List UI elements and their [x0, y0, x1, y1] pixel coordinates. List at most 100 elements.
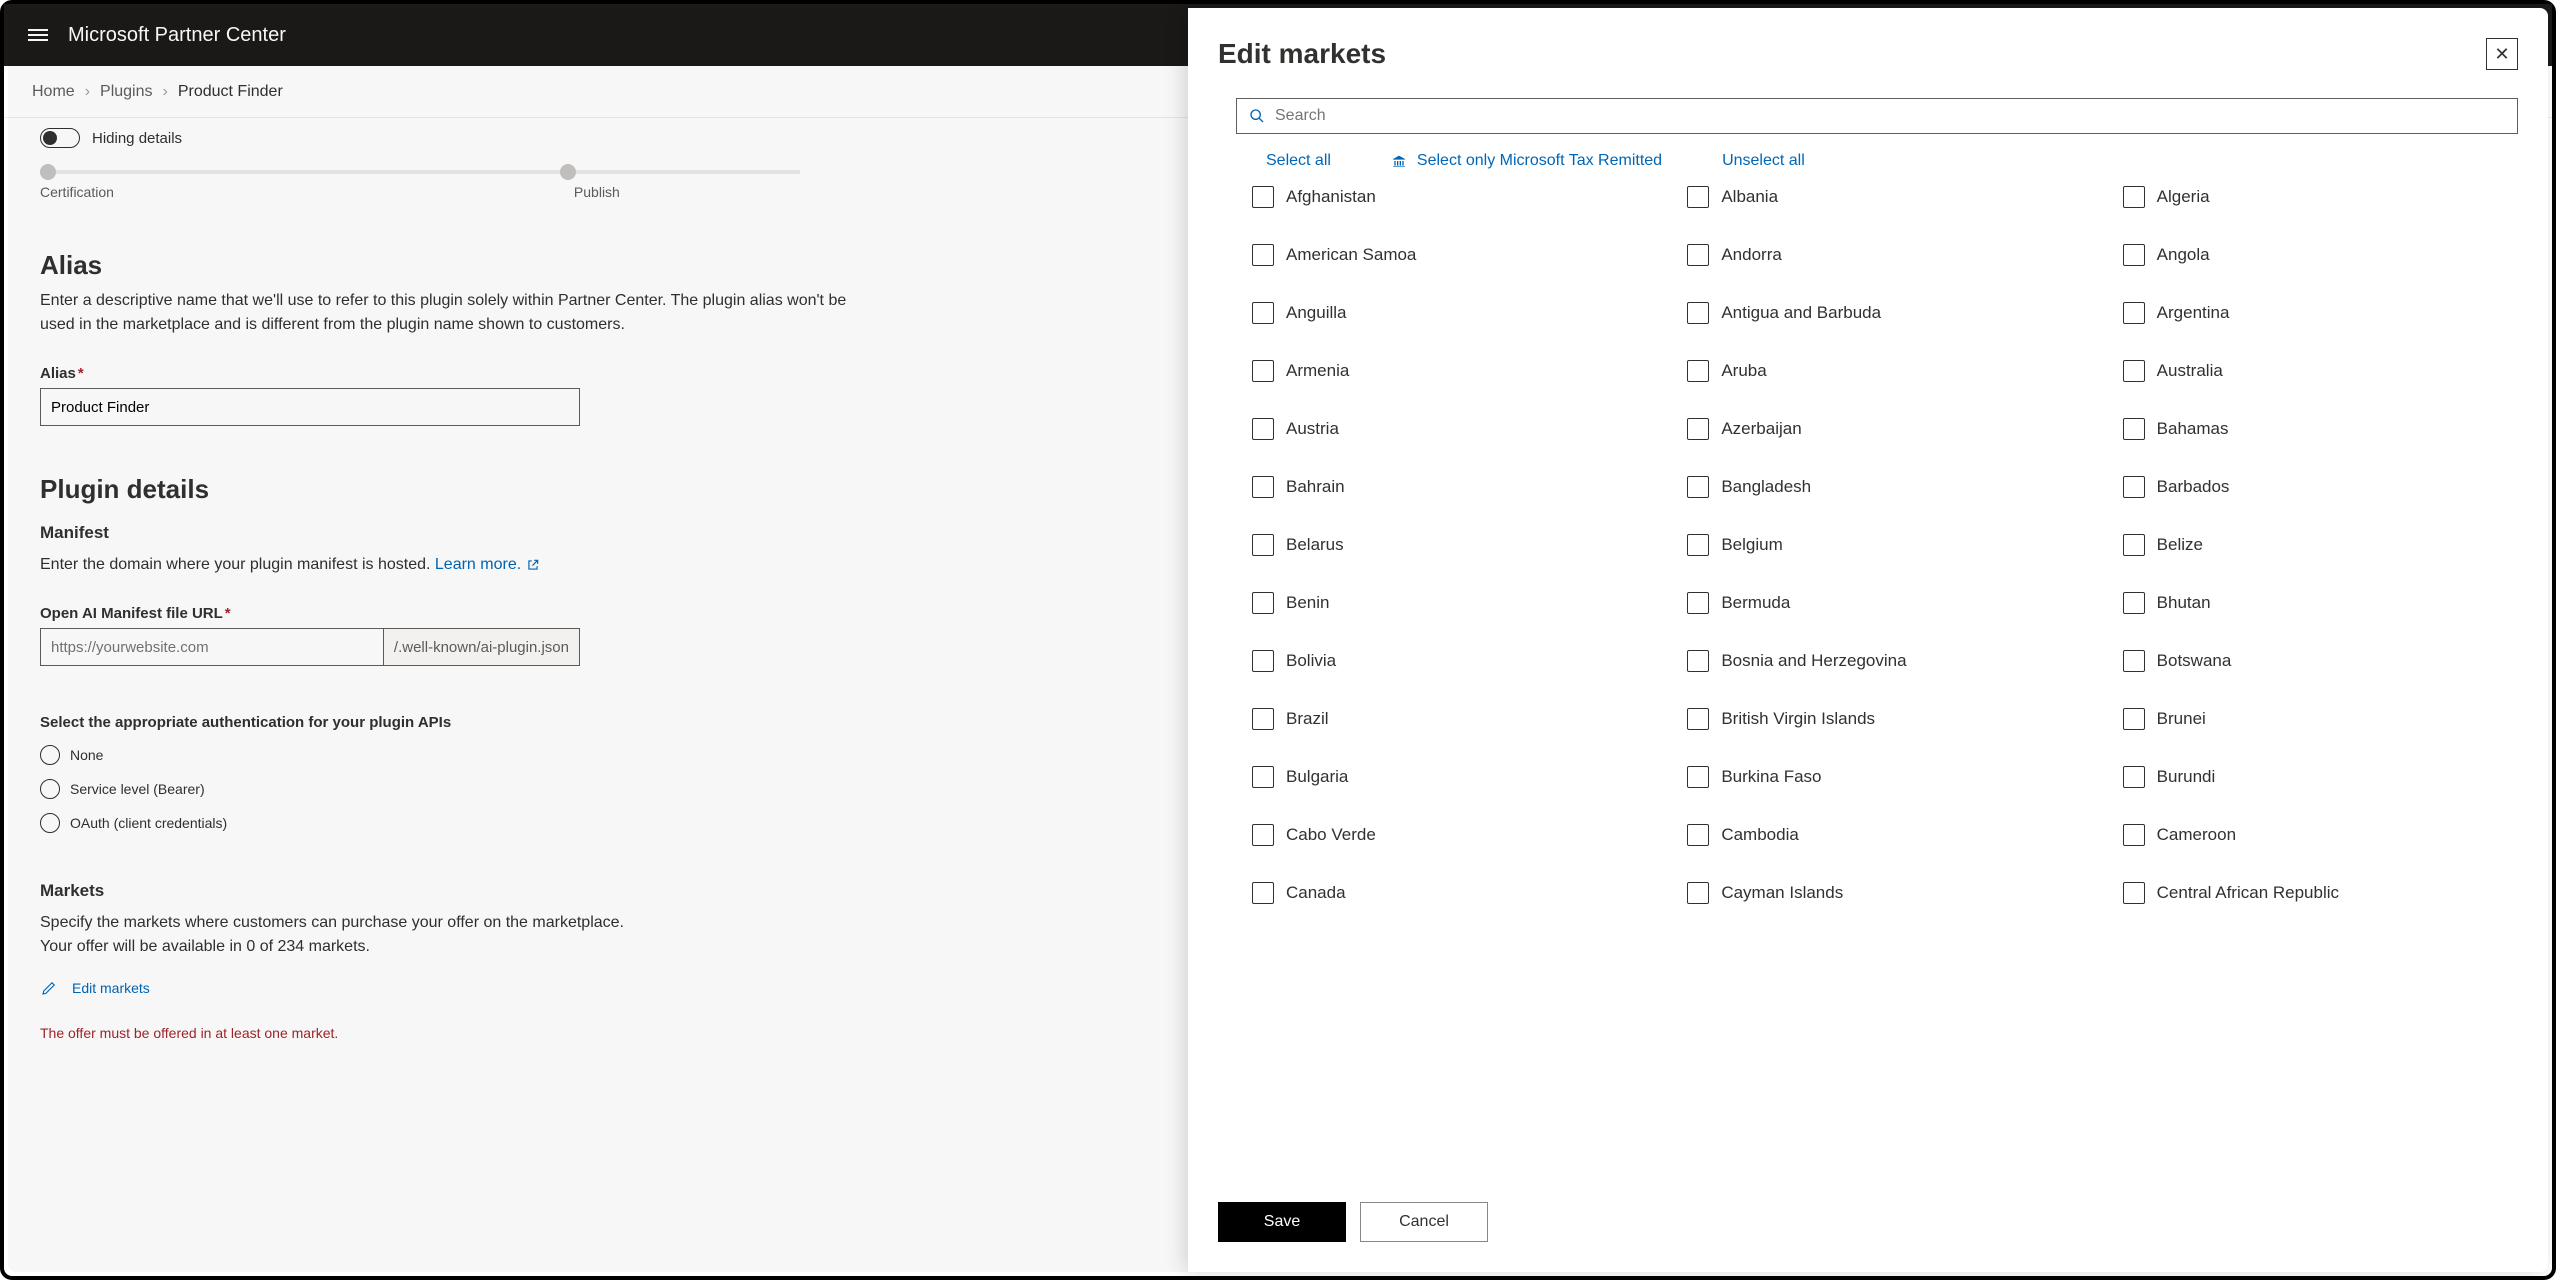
checkbox-icon: [2123, 360, 2145, 382]
market-item[interactable]: Albania: [1687, 186, 2082, 208]
market-item[interactable]: Belize: [2123, 534, 2518, 556]
market-item[interactable]: Bangladesh: [1687, 476, 2082, 498]
market-item[interactable]: Central African Republic: [2123, 882, 2518, 904]
market-item[interactable]: Algeria: [2123, 186, 2518, 208]
checkbox-icon: [1252, 882, 1274, 904]
market-label: Andorra: [1721, 245, 1781, 265]
market-item[interactable]: Australia: [2123, 360, 2518, 382]
market-item[interactable]: British Virgin Islands: [1687, 708, 2082, 730]
alias-input[interactable]: [40, 388, 580, 426]
market-item[interactable]: Bahrain: [1252, 476, 1647, 498]
market-item[interactable]: Barbados: [2123, 476, 2518, 498]
market-item[interactable]: Brazil: [1252, 708, 1647, 730]
market-label: Central African Republic: [2157, 883, 2339, 903]
market-label: Cameroon: [2157, 825, 2236, 845]
market-item[interactable]: American Samoa: [1252, 244, 1647, 266]
radio-icon: [40, 779, 60, 799]
market-item[interactable]: Azerbaijan: [1687, 418, 2082, 440]
market-item[interactable]: Bulgaria: [1252, 766, 1647, 788]
market-label: Barbados: [2157, 477, 2230, 497]
checkbox-icon: [1252, 418, 1274, 440]
market-label: Afghanistan: [1286, 187, 1376, 207]
market-label: Botswana: [2157, 651, 2232, 671]
market-item[interactable]: Cabo Verde: [1252, 824, 1647, 846]
app-brand: Microsoft Partner Center: [68, 24, 286, 47]
checkbox-icon: [2123, 882, 2145, 904]
market-item[interactable]: Andorra: [1687, 244, 2082, 266]
checkbox-icon: [2123, 650, 2145, 672]
hamburger-icon[interactable]: [28, 26, 48, 44]
market-label: Algeria: [2157, 187, 2210, 207]
select-all-link[interactable]: Select all: [1266, 152, 1331, 170]
market-label: Brunei: [2157, 709, 2206, 729]
pencil-icon: [40, 979, 58, 997]
market-item[interactable]: Cameroon: [2123, 824, 2518, 846]
hiding-details-toggle[interactable]: [40, 128, 80, 148]
manifest-url-input[interactable]: [40, 628, 383, 666]
market-label: Bahrain: [1286, 477, 1345, 497]
edit-markets-panel: Edit markets ✕ Select all Select only Mi…: [1188, 8, 2548, 1272]
market-item[interactable]: Austria: [1252, 418, 1647, 440]
save-button[interactable]: Save: [1218, 1202, 1346, 1242]
market-item[interactable]: Angola: [2123, 244, 2518, 266]
crumb-home[interactable]: Home: [28, 83, 79, 101]
market-item[interactable]: Bolivia: [1252, 650, 1647, 672]
crumb-plugins[interactable]: Plugins: [96, 83, 156, 101]
market-label: Anguilla: [1286, 303, 1347, 323]
market-label: Angola: [2157, 245, 2210, 265]
markets-desc1: Specify the markets where customers can …: [40, 911, 860, 935]
market-label: Bolivia: [1286, 651, 1336, 671]
market-item[interactable]: Aruba: [1687, 360, 2082, 382]
market-label: Belgium: [1721, 535, 1782, 555]
chevron-right-icon: ›: [79, 83, 96, 101]
market-item[interactable]: Bhutan: [2123, 592, 2518, 614]
checkbox-icon: [2123, 418, 2145, 440]
market-item[interactable]: Burundi: [2123, 766, 2518, 788]
market-item[interactable]: Antigua and Barbuda: [1687, 302, 2082, 324]
select-tax-remitted-link[interactable]: Select only Microsoft Tax Remitted: [1391, 152, 1662, 170]
market-item[interactable]: Cayman Islands: [1687, 882, 2082, 904]
close-button[interactable]: ✕: [2486, 38, 2518, 70]
market-item[interactable]: Belarus: [1252, 534, 1647, 556]
market-label: Belize: [2157, 535, 2203, 555]
markets-desc2: Your offer will be available in 0 of 234…: [40, 935, 860, 959]
market-label: Burkina Faso: [1721, 767, 1821, 787]
checkbox-icon: [2123, 186, 2145, 208]
market-item[interactable]: Bosnia and Herzegovina: [1687, 650, 2082, 672]
checkbox-icon: [1252, 824, 1274, 846]
checkbox-icon: [1252, 592, 1274, 614]
learn-more-link[interactable]: Learn more.: [435, 556, 540, 573]
market-item[interactable]: Afghanistan: [1252, 186, 1647, 208]
market-label: Bulgaria: [1286, 767, 1348, 787]
market-label: Bosnia and Herzegovina: [1721, 651, 1906, 671]
checkbox-icon: [1252, 244, 1274, 266]
market-item[interactable]: Bermuda: [1687, 592, 2082, 614]
market-label: Belarus: [1286, 535, 1344, 555]
unselect-all-link[interactable]: Unselect all: [1722, 152, 1805, 170]
market-item[interactable]: Benin: [1252, 592, 1647, 614]
publish-progress: [40, 170, 800, 174]
checkbox-icon: [2123, 766, 2145, 788]
market-item[interactable]: Canada: [1252, 882, 1647, 904]
market-search-input[interactable]: [1275, 107, 2505, 125]
alias-description: Enter a descriptive name that we'll use …: [40, 289, 860, 337]
market-label: Argentina: [2157, 303, 2230, 323]
cancel-button[interactable]: Cancel: [1360, 1202, 1488, 1242]
market-item[interactable]: Brunei: [2123, 708, 2518, 730]
market-label: Bhutan: [2157, 593, 2211, 613]
market-item[interactable]: Armenia: [1252, 360, 1647, 382]
market-item[interactable]: Cambodia: [1687, 824, 2082, 846]
checkbox-icon: [2123, 824, 2145, 846]
market-label: Cabo Verde: [1286, 825, 1376, 845]
market-item[interactable]: Anguilla: [1252, 302, 1647, 324]
checkbox-icon: [1687, 766, 1709, 788]
market-item[interactable]: Botswana: [2123, 650, 2518, 672]
checkbox-icon: [1252, 534, 1274, 556]
checkbox-icon: [2123, 534, 2145, 556]
market-item[interactable]: Burkina Faso: [1687, 766, 2082, 788]
market-item[interactable]: Argentina: [2123, 302, 2518, 324]
checkbox-icon: [1252, 186, 1274, 208]
market-item[interactable]: Bahamas: [2123, 418, 2518, 440]
market-item[interactable]: Belgium: [1687, 534, 2082, 556]
market-search[interactable]: [1236, 98, 2518, 134]
